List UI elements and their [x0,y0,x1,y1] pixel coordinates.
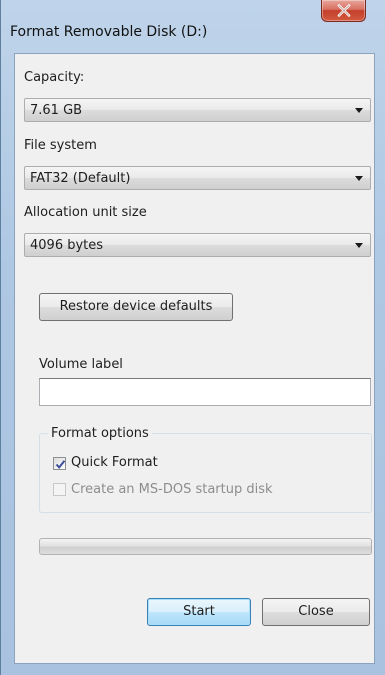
window-title: Format Removable Disk (D:) [10,24,208,40]
close-button[interactable]: Close [262,598,370,626]
file-system-value: FAT32 (Default) [30,171,131,186]
msdos-startup-checkbox [53,483,66,496]
allocation-unit-dropdown[interactable]: 4096 bytes [24,233,371,257]
allocation-unit-label: Allocation unit size [24,205,147,220]
close-window-button[interactable] [321,0,366,22]
format-options-group [39,433,372,513]
restore-defaults-button[interactable]: Restore device defaults [39,293,233,321]
start-button[interactable]: Start [147,598,251,626]
capacity-dropdown[interactable]: 7.61 GB [24,98,371,122]
chevron-down-icon [355,176,363,181]
file-system-dropdown[interactable]: FAT32 (Default) [24,166,371,190]
check-icon [55,460,66,469]
title-bar[interactable]: Format Removable Disk (D:) [1,0,385,52]
volume-label-input[interactable] [39,378,371,406]
chevron-down-icon [355,243,363,248]
allocation-unit-value: 4096 bytes [30,238,104,253]
quick-format-label[interactable]: Quick Format [71,455,158,470]
close-x-icon [337,4,351,17]
capacity-value: 7.61 GB [30,103,83,118]
capacity-label: Capacity: [24,70,85,85]
format-progress-bar [39,538,372,555]
quick-format-checkbox[interactable] [53,457,66,470]
volume-label-label: Volume label [39,357,123,372]
format-options-title: Format options [48,426,152,441]
chevron-down-icon [355,108,363,113]
msdos-startup-label: Create an MS-DOS startup disk [71,482,273,497]
file-system-label: File system [24,138,97,153]
